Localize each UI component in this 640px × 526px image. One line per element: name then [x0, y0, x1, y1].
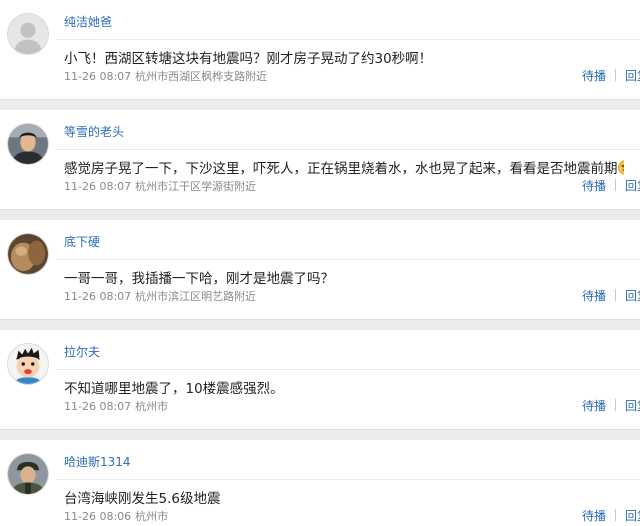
soldier-avatar-icon — [8, 454, 48, 494]
comment-item: 纯洁她爸 小飞！西湖区转塘这块有地震吗？刚才房子晃动了约30秒啊！ 11-26 … — [0, 0, 640, 100]
username-link[interactable]: 哈迪斯1314 — [64, 454, 131, 470]
avatar[interactable] — [7, 123, 49, 165]
comment-meta: 11-26 08:07 杭州市西湖区枫桦支路附近 — [64, 70, 267, 84]
comment-meta: 11-26 08:07 杭州市 — [64, 400, 168, 414]
timestamp: 11-26 08:07 — [64, 400, 132, 413]
comment-meta: 11-26 08:07 杭州市江干区学源街附近 — [64, 180, 256, 194]
divider — [56, 369, 640, 370]
comment-text: 小飞！西湖区转塘这块有地震吗？刚才房子晃动了约30秒啊！ — [64, 51, 433, 67]
comment-actions: 待播 回复 — [582, 69, 640, 84]
username-link[interactable]: 拉尔夫 — [64, 344, 100, 360]
retweet-link[interactable]: 待播 — [582, 399, 606, 413]
action-divider — [615, 399, 617, 411]
action-divider — [615, 179, 617, 191]
comment-item: 底下硬 一哥一哥，我插播一下哈，刚才是地震了吗？ 11-26 08:07 杭州市滨… — [0, 220, 640, 320]
retweet-link[interactable]: 待播 — [582, 509, 606, 523]
reply-link[interactable]: 回复 — [625, 509, 640, 523]
comment-actions: 待播 回复 — [582, 289, 640, 304]
location: 杭州市 — [135, 400, 169, 413]
comment-text: 感觉房子晃了一下，下沙这里，吓死人，正在锅里烧着水，水也晃了起来，看看是否地震前… — [64, 160, 624, 178]
comment-feed: 纯洁她爸 小飞！西湖区转塘这块有地震吗？刚才房子晃动了约30秒啊！ 11-26 … — [0, 0, 640, 526]
comment-text: 一哥一哥，我插播一下哈，刚才是地震了吗？ — [64, 271, 334, 287]
username-link[interactable]: 纯洁她爸 — [64, 14, 112, 30]
reply-link[interactable]: 回复 — [625, 289, 640, 303]
divider — [56, 479, 640, 480]
location: 杭州市西湖区枫桦支路附近 — [135, 70, 268, 83]
location: 杭州市 — [135, 510, 169, 523]
divider — [56, 149, 640, 150]
comment-actions: 待播 回复 — [582, 399, 640, 414]
dizzy-face-emoji-icon — [617, 160, 624, 175]
comment-meta: 11-26 08:06 杭州市 — [64, 510, 168, 524]
retweet-link[interactable]: 待播 — [582, 179, 606, 193]
retweet-link[interactable]: 待播 — [582, 69, 606, 83]
action-divider — [615, 69, 617, 81]
comment-item: 哈迪斯1314 台湾海峡刚发生5.6级地震 11-26 08:06 杭州市 待播 回… — [0, 440, 640, 526]
cartoon-boy-icon — [8, 344, 48, 384]
timestamp: 11-26 08:07 — [64, 70, 132, 83]
comment-text: 不知道哪里地震了，10楼震感强烈。 — [64, 381, 284, 397]
username-link[interactable]: 底下硬 — [64, 234, 100, 250]
retweet-link[interactable]: 待播 — [582, 289, 606, 303]
avatar[interactable] — [7, 13, 49, 55]
comment-meta: 11-26 08:07 杭州市滨江区明艺路附近 — [64, 290, 256, 304]
location: 杭州市滨江区明艺路附近 — [135, 290, 257, 303]
reply-link[interactable]: 回复 — [625, 179, 640, 193]
timestamp: 11-26 08:07 — [64, 290, 132, 303]
comment-actions: 待播 回复 — [582, 179, 640, 194]
reply-link[interactable]: 回复 — [625, 69, 640, 83]
comment-item: 等雪的老头 感觉房子晃了一下，下沙这里，吓死人，正在锅里烧着水，水也晃了起来，看… — [0, 110, 640, 210]
reply-link[interactable]: 回复 — [625, 399, 640, 413]
man-photo-icon — [8, 124, 48, 164]
comment-text: 台湾海峡刚发生5.6级地震 — [64, 491, 221, 507]
avatar[interactable] — [7, 453, 49, 495]
location: 杭州市江干区学源街附近 — [135, 180, 257, 193]
action-divider — [615, 509, 617, 521]
action-divider — [615, 289, 617, 301]
divider — [56, 259, 640, 260]
comment-actions: 待播 回复 — [582, 509, 640, 524]
timestamp: 11-26 08:07 — [64, 180, 132, 193]
username-link[interactable]: 等雪的老头 — [64, 124, 124, 140]
divider — [56, 39, 640, 40]
default-avatar-icon — [8, 14, 48, 54]
comment-item: 拉尔夫 不知道哪里地震了，10楼震感强烈。 11-26 08:07 杭州市 待播 回… — [0, 330, 640, 430]
avatar[interactable] — [7, 233, 49, 275]
timestamp: 11-26 08:06 — [64, 510, 132, 523]
comment-text-body: 感觉房子晃了一下，下沙这里，吓死人，正在锅里烧着水，水也晃了起来，看看是否地震前… — [64, 161, 618, 177]
photo-avatar-icon — [8, 234, 48, 274]
avatar[interactable] — [7, 343, 49, 385]
